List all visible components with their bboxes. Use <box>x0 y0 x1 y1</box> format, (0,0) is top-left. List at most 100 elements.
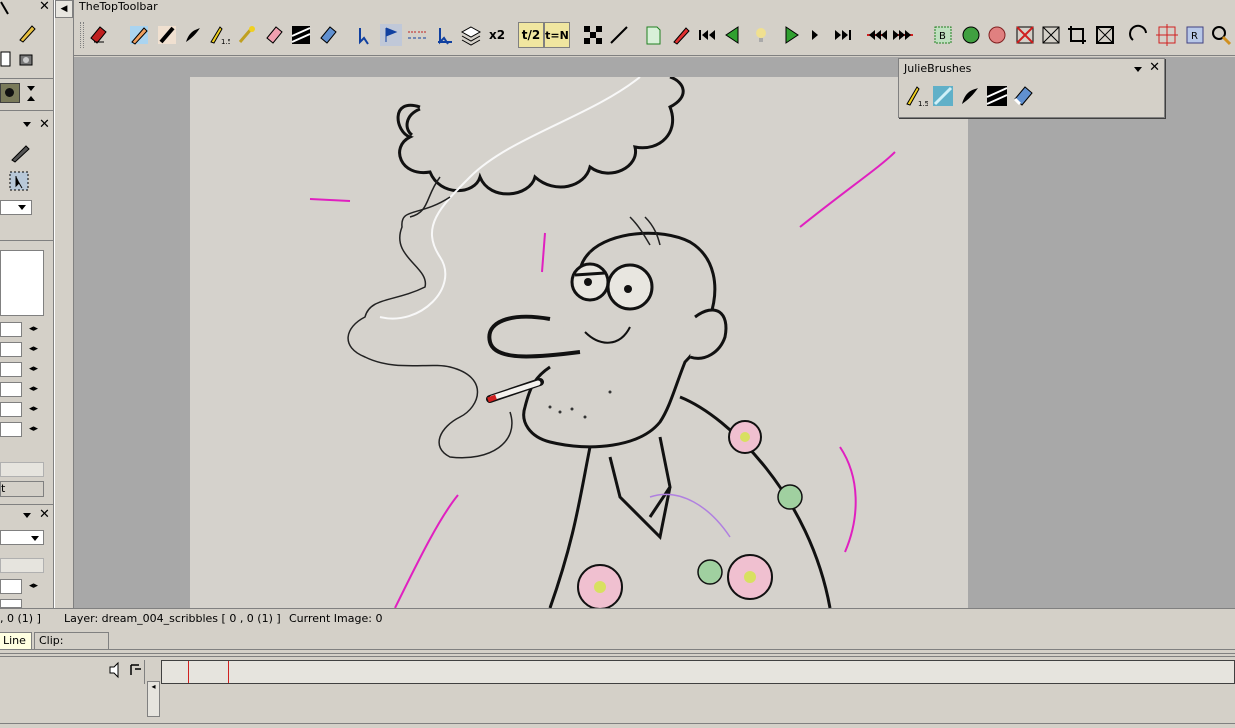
box-b-icon[interactable]: B <box>930 22 956 48</box>
timeline-panel: ◂ <box>0 651 1235 728</box>
close-icon[interactable]: ✕ <box>1149 60 1160 75</box>
preview-box <box>0 250 44 316</box>
spin-icon[interactable]: ◂▸ <box>29 581 38 591</box>
dropdown-arrow-icon[interactable] <box>18 205 26 210</box>
value-field[interactable] <box>0 382 22 397</box>
red-blob-icon[interactable] <box>984 22 1010 48</box>
line-slash-icon[interactable] <box>606 22 632 48</box>
fast-forward-icon[interactable] <box>890 22 916 48</box>
value-field[interactable] <box>0 402 22 417</box>
close-icon[interactable]: ✕ <box>39 0 50 13</box>
rewind-icon[interactable] <box>864 22 890 48</box>
checker-icon[interactable] <box>580 22 606 48</box>
value-field[interactable] <box>0 579 22 594</box>
collapse-arrow-icon[interactable]: ◀ <box>55 0 73 18</box>
last-frame-icon[interactable] <box>830 22 856 48</box>
red-x-icon[interactable] <box>1012 22 1038 48</box>
frame-marker[interactable] <box>228 661 229 683</box>
brush-icon[interactable] <box>154 22 180 48</box>
water-brush-icon[interactable] <box>930 83 956 109</box>
camera-icon[interactable] <box>18 50 36 68</box>
color-swatch[interactable] <box>0 83 20 103</box>
doc-icon[interactable] <box>0 50 12 68</box>
value-field[interactable] <box>0 599 22 608</box>
dropdown-arrow-icon[interactable] <box>31 536 39 541</box>
prev-frame-icon[interactable] <box>720 22 746 48</box>
rotate-icon[interactable] <box>1126 22 1152 48</box>
select-field[interactable] <box>0 200 32 215</box>
x2-icon[interactable]: x2 <box>484 22 510 48</box>
eraser-pink-icon[interactable] <box>262 22 288 48</box>
svg-text:B: B <box>939 31 946 42</box>
selection-icon[interactable] <box>8 170 30 192</box>
eraser-blue-icon[interactable] <box>316 22 342 48</box>
spin-icon[interactable]: ◂▸ <box>29 424 38 434</box>
layers-icon[interactable] <box>458 22 484 48</box>
timeline-track[interactable] <box>161 660 1235 684</box>
page-icon[interactable] <box>640 22 666 48</box>
line-tool-icon[interactable] <box>404 22 430 48</box>
tab-time-line[interactable]: Line <box>0 632 32 649</box>
x2-label: x2 <box>488 28 506 42</box>
pencil-icon[interactable] <box>126 22 152 48</box>
spin-icon[interactable]: ◂▸ <box>29 344 38 354</box>
value-field[interactable] <box>0 342 22 357</box>
chevron-icon[interactable] <box>27 96 35 101</box>
spin-icon[interactable]: ◂▸ <box>29 404 38 414</box>
spin-icon[interactable]: ◂▸ <box>29 364 38 374</box>
close-icon[interactable]: ✕ <box>39 508 50 521</box>
first-frame-icon[interactable] <box>694 22 720 48</box>
svg-text:1.5: 1.5 <box>221 38 230 46</box>
half-icon[interactable]: t/2 <box>518 22 544 48</box>
target-icon[interactable] <box>1154 22 1180 48</box>
eraser-red-icon[interactable] <box>86 22 112 48</box>
value-field[interactable] <box>0 362 22 377</box>
dock-splitter[interactable]: ◀ <box>54 0 74 608</box>
crop-icon[interactable] <box>1064 22 1090 48</box>
stripe-brush-icon[interactable] <box>984 83 1010 109</box>
brush-1-5-icon[interactable]: 1.5 <box>903 83 929 109</box>
spin-icon[interactable]: ◂▸ <box>29 324 38 334</box>
ink-brush-icon[interactable] <box>957 83 983 109</box>
canvas-viewport[interactable] <box>74 57 1235 608</box>
green-blob-icon[interactable] <box>958 22 984 48</box>
fill-tool-icon[interactable] <box>432 22 458 48</box>
flag-icon[interactable] <box>378 22 404 48</box>
select-arrow-icon[interactable] <box>352 22 378 48</box>
value-field[interactable] <box>0 422 22 437</box>
tab-clip-xsheet[interactable]: Clip: XSheet <box>34 632 109 663</box>
dropdown-arrow-icon[interactable] <box>27 86 35 91</box>
t-n-icon[interactable]: t=N <box>544 22 570 48</box>
audio-scrub-icon[interactable] <box>127 661 145 679</box>
frame-marker[interactable] <box>188 661 189 683</box>
drawing-paper[interactable] <box>190 77 968 608</box>
stripe-brush-icon[interactable] <box>288 22 314 48</box>
close-icon[interactable]: ✕ <box>39 118 50 131</box>
spin-icon[interactable]: ◂▸ <box>29 384 38 394</box>
speaker-icon[interactable] <box>107 661 125 679</box>
dropdown-arrow-icon[interactable] <box>1134 67 1142 72</box>
next-frame-icon[interactable] <box>802 22 828 48</box>
value-field[interactable] <box>0 322 22 337</box>
brush-1-5-icon[interactable]: 1.5 <box>206 22 232 48</box>
box-x-icon[interactable] <box>1038 22 1064 48</box>
eraser-blue-icon[interactable] <box>1011 83 1037 109</box>
r-box-icon[interactable]: R <box>1182 22 1208 48</box>
dropdown-arrow-icon[interactable] <box>23 122 31 127</box>
disabled-field <box>0 558 44 573</box>
brush-size-label: 1.5 <box>918 100 928 108</box>
timeline-scrollbar[interactable]: ◂ <box>147 681 160 717</box>
light-icon[interactable] <box>748 22 774 48</box>
pen-tool-icon[interactable] <box>0 0 14 16</box>
sparkle-brush-icon[interactable] <box>234 22 260 48</box>
pen-red-icon[interactable] <box>668 22 694 48</box>
toolbar-grip[interactable] <box>80 22 84 48</box>
pen-icon[interactable] <box>8 140 32 164</box>
dropdown-arrow-icon[interactable] <box>23 513 31 518</box>
panel-button[interactable]: t <box>0 481 44 497</box>
play-icon[interactable] <box>778 22 804 48</box>
zoom-icon[interactable] <box>1208 22 1234 48</box>
pencil-yellow-icon[interactable] <box>16 22 38 44</box>
box-x2-icon[interactable] <box>1092 22 1118 48</box>
ink-brush-icon[interactable] <box>180 22 206 48</box>
